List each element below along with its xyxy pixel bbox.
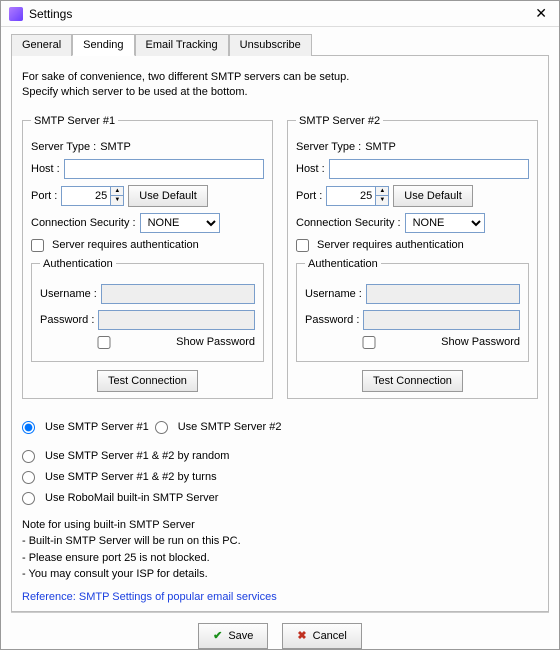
smtp2-showpw-label: Show Password	[441, 336, 520, 348]
intro-line1: For sake of convenience, two different S…	[22, 70, 538, 85]
smtp2-username-label: Username :	[305, 288, 362, 300]
smtp1-test-button[interactable]: Test Connection	[97, 370, 198, 392]
close-icon[interactable]: ✕	[531, 5, 551, 22]
smtp1-server-type-label: Server Type :	[31, 141, 96, 153]
smtp1-connsec-label: Connection Security :	[31, 217, 136, 229]
radio-use-server2[interactable]	[155, 421, 168, 434]
save-button[interactable]: Save	[198, 623, 268, 649]
smtp2-port-spinner[interactable]: ▲▼	[376, 186, 389, 206]
smtp1-use-default-button[interactable]: Use Default	[128, 185, 207, 207]
smtp1-username-label: Username :	[40, 288, 97, 300]
smtp2-use-default-button[interactable]: Use Default	[393, 185, 472, 207]
smtp1-host-input[interactable]	[64, 159, 264, 179]
smtp2-server-type-label: Server Type :	[296, 141, 361, 153]
smtp2-req-auth-label: Server requires authentication	[317, 239, 464, 251]
radio-builtin[interactable]	[22, 492, 35, 505]
smtp2-host-label: Host :	[296, 163, 325, 175]
note-line1: - Built-in SMTP Server will be run on th…	[22, 533, 538, 550]
smtp1-password-label: Password :	[40, 314, 94, 326]
smtp2-password-input[interactable]	[363, 310, 520, 330]
smtp2-connsec-select[interactable]: NONE	[405, 213, 485, 233]
smtp1-showpw-checkbox[interactable]	[40, 336, 168, 349]
radio-builtin-label: Use RoboMail built-in SMTP Server	[45, 492, 218, 504]
cancel-button-label: Cancel	[313, 630, 347, 642]
smtp1-port-spinner[interactable]: ▲▼	[111, 186, 124, 206]
smtp2-password-label: Password :	[305, 314, 359, 326]
smtp1-auth-legend: Authentication	[40, 258, 116, 270]
smtp2-legend: SMTP Server #2	[296, 115, 383, 127]
smtp2-showpw-checkbox[interactable]	[305, 336, 433, 349]
smtp2-port-input[interactable]	[326, 186, 376, 206]
server-selection-radios: Use SMTP Server #1 Use SMTP Server #2 Us…	[22, 413, 538, 505]
note-title: Note for using built-in SMTP Server	[22, 517, 538, 534]
smtp2-server-type-value: SMTP	[365, 141, 396, 153]
smtp1-host-label: Host :	[31, 163, 60, 175]
smtp1-auth-group: Authentication Username : Password : Sho…	[31, 258, 264, 362]
dialog-button-bar: Save Cancel	[11, 612, 549, 659]
titlebar: Settings ✕	[1, 1, 559, 27]
smtp2-auth-legend: Authentication	[305, 258, 381, 270]
tab-sending[interactable]: Sending	[72, 34, 134, 56]
app-icon	[9, 7, 23, 21]
smtp-server-2-group: SMTP Server #2 Server Type : SMTP Host :…	[287, 115, 538, 399]
tab-bar: General Sending Email Tracking Unsubscri…	[11, 33, 549, 56]
smtp1-password-input[interactable]	[98, 310, 255, 330]
settings-window: Settings ✕ General Sending Email Trackin…	[0, 0, 560, 650]
radio-use-server1[interactable]	[22, 421, 35, 434]
tab-email-tracking[interactable]: Email Tracking	[135, 34, 229, 56]
smtp2-username-input[interactable]	[366, 284, 520, 304]
smtp2-host-input[interactable]	[329, 159, 529, 179]
smtp1-legend: SMTP Server #1	[31, 115, 118, 127]
smtp1-connsec-select[interactable]: NONE	[140, 213, 220, 233]
smtp1-req-auth-label: Server requires authentication	[52, 239, 199, 251]
intro-text: For sake of convenience, two different S…	[22, 70, 538, 101]
save-button-label: Save	[228, 630, 253, 642]
tab-panel-sending: For sake of convenience, two different S…	[11, 56, 549, 612]
smtp1-port-input[interactable]	[61, 186, 111, 206]
window-title: Settings	[29, 7, 72, 21]
smtp1-server-type-value: SMTP	[100, 141, 131, 153]
smtp-server-1-group: SMTP Server #1 Server Type : SMTP Host :…	[22, 115, 273, 399]
smtp2-req-auth-checkbox[interactable]	[296, 239, 309, 252]
check-icon	[213, 629, 222, 642]
note-line2: - Please ensure port 25 is not blocked.	[22, 550, 538, 567]
radio-random-label: Use SMTP Server #1 & #2 by random	[45, 450, 229, 462]
builtin-note: Note for using built-in SMTP Server - Bu…	[22, 517, 538, 583]
radio-turns[interactable]	[22, 471, 35, 484]
smtp1-req-auth-checkbox[interactable]	[31, 239, 44, 252]
intro-line2: Specify which server to be used at the b…	[22, 85, 538, 100]
cancel-button[interactable]: Cancel	[282, 623, 361, 649]
radio-use-server1-label: Use SMTP Server #1	[45, 421, 149, 433]
radio-use-server2-label: Use SMTP Server #2	[178, 421, 282, 433]
tab-general[interactable]: General	[11, 34, 72, 56]
note-line3: - You may consult your ISP for details.	[22, 566, 538, 583]
smtp1-showpw-label: Show Password	[176, 336, 255, 348]
smtp2-test-button[interactable]: Test Connection	[362, 370, 463, 392]
radio-turns-label: Use SMTP Server #1 & #2 by turns	[45, 471, 217, 483]
smtp1-port-label: Port :	[31, 190, 57, 202]
radio-random[interactable]	[22, 450, 35, 463]
smtp2-auth-group: Authentication Username : Password : Sho…	[296, 258, 529, 362]
smtp1-username-input[interactable]	[101, 284, 255, 304]
smtp2-connsec-label: Connection Security :	[296, 217, 401, 229]
tab-unsubscribe[interactable]: Unsubscribe	[229, 34, 312, 56]
cancel-icon	[297, 629, 306, 642]
smtp2-port-label: Port :	[296, 190, 322, 202]
reference-link[interactable]: Reference: SMTP Settings of popular emai…	[22, 591, 277, 603]
